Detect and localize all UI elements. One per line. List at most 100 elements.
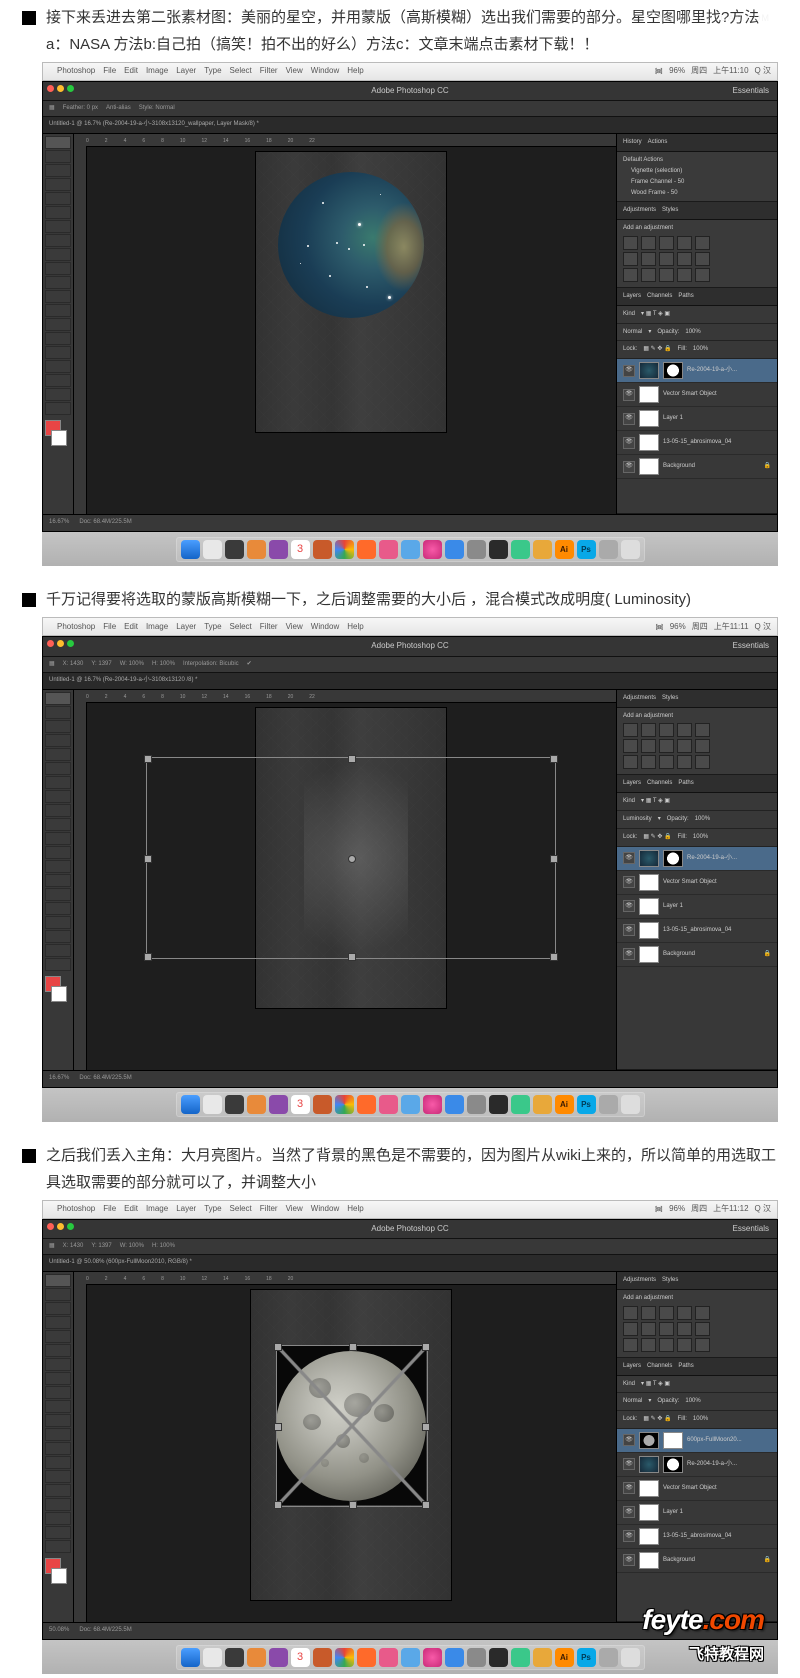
finder-icon[interactable] — [181, 540, 200, 559]
brush-tool[interactable] — [45, 234, 71, 247]
visibility-icon[interactable]: 👁 — [623, 1458, 635, 1470]
visibility-icon[interactable]: 👁 — [623, 413, 635, 425]
settings-icon[interactable] — [467, 540, 486, 559]
adj-curves-icon[interactable] — [659, 236, 674, 250]
adj-mixer-icon[interactable] — [695, 252, 710, 266]
blend-mode[interactable]: Normal — [623, 327, 642, 338]
app-icon[interactable] — [379, 540, 398, 559]
free-transform-bounds[interactable] — [146, 757, 556, 959]
history-tab[interactable]: History — [623, 137, 642, 148]
adj-posterize-icon[interactable] — [641, 268, 656, 282]
stamp-tool[interactable] — [45, 248, 71, 261]
itunes-icon[interactable] — [423, 540, 442, 559]
layer-row[interactable]: 👁13-05-15_abrosimova_04 — [617, 919, 777, 943]
blend-mode[interactable]: Normal — [623, 1396, 642, 1407]
zoom-tool[interactable] — [45, 402, 71, 415]
illustrator-icon[interactable]: Ai — [555, 540, 574, 559]
path-tool[interactable] — [45, 360, 71, 373]
layers-tab[interactable]: Layers — [623, 291, 641, 302]
app-icon[interactable] — [357, 540, 376, 559]
chrome-icon[interactable] — [335, 540, 354, 559]
app-icon[interactable] — [401, 540, 420, 559]
app-icon[interactable] — [489, 540, 508, 559]
layer-row[interactable]: 👁Background🔒 — [617, 455, 777, 479]
visibility-icon[interactable]: 👁 — [623, 461, 635, 473]
adj-photo-filter-icon[interactable] — [677, 252, 692, 266]
visibility-icon[interactable]: 👁 — [623, 1434, 635, 1446]
visibility-icon[interactable]: 👁 — [623, 948, 635, 960]
adj-invert-icon[interactable] — [623, 268, 638, 282]
blur-tool[interactable] — [45, 304, 71, 317]
history-brush-tool[interactable] — [45, 262, 71, 275]
actions-tab[interactable]: Actions — [648, 137, 668, 148]
adjustments-tab[interactable]: Adjustments — [623, 205, 656, 216]
visibility-icon[interactable]: 👁 — [623, 876, 635, 888]
adj-levels-icon[interactable] — [641, 236, 656, 250]
color-swatches[interactable] — [45, 420, 71, 446]
visibility-icon[interactable]: 👁 — [623, 437, 635, 449]
free-transform-bounds[interactable] — [276, 1345, 428, 1507]
app-icon[interactable] — [269, 540, 288, 559]
channels-tab[interactable]: Channels — [647, 291, 672, 302]
layer-row[interactable]: 👁600px-FullMoon20... — [617, 1429, 777, 1453]
trash-icon[interactable] — [621, 540, 640, 559]
blend-mode[interactable]: Luminosity — [623, 814, 652, 825]
layer-row[interactable]: 👁Re-2004-19-a-小... — [617, 847, 777, 871]
adj-selective-icon[interactable] — [695, 268, 710, 282]
photoshop-icon[interactable]: Ps — [577, 540, 596, 559]
visibility-icon[interactable]: 👁 — [623, 389, 635, 401]
layer-row[interactable]: 👁Background🔒 — [617, 1549, 777, 1573]
gradient-tool[interactable] — [45, 290, 71, 303]
styles-tab[interactable]: Styles — [662, 205, 678, 216]
hand-tool[interactable] — [45, 388, 71, 401]
layer-row[interactable]: 👁Layer 1 — [617, 895, 777, 919]
fill-value[interactable]: 100% — [693, 344, 708, 355]
wand-tool[interactable] — [45, 178, 71, 191]
opacity-value[interactable]: 100% — [685, 327, 700, 338]
layer-row[interactable]: 👁Vector Smart Object — [617, 1477, 777, 1501]
adj-vibrance-icon[interactable] — [695, 236, 710, 250]
crop-tool[interactable] — [45, 192, 71, 205]
visibility-icon[interactable]: 👁 — [623, 852, 635, 864]
layer-row[interactable]: 👁Background🔒 — [617, 943, 777, 967]
layer-row[interactable]: 👁Layer 1 — [617, 1501, 777, 1525]
qq-icon[interactable] — [533, 540, 552, 559]
adj-threshold-icon[interactable] — [659, 268, 674, 282]
adj-bw-icon[interactable] — [659, 252, 674, 266]
layer-row[interactable]: 👁13-05-15_abrosimova_04 — [617, 431, 777, 455]
app-icon[interactable] — [599, 540, 618, 559]
app-icon[interactable] — [511, 540, 530, 559]
visibility-icon[interactable]: 👁 — [623, 365, 635, 377]
app-icon[interactable] — [313, 540, 332, 559]
layer-row[interactable]: 👁Vector Smart Object — [617, 383, 777, 407]
layer-row[interactable]: 👁Vector Smart Object — [617, 871, 777, 895]
shape-tool[interactable] — [45, 374, 71, 387]
lasso-tool[interactable] — [45, 164, 71, 177]
paths-tab[interactable]: Paths — [678, 291, 693, 302]
visibility-icon[interactable]: 👁 — [623, 900, 635, 912]
calendar-icon[interactable]: 3 — [291, 540, 310, 559]
visibility-icon[interactable]: 👁 — [623, 1506, 635, 1518]
visibility-icon[interactable]: 👁 — [623, 1482, 635, 1494]
action-item[interactable]: Frame Channel - 50 — [623, 177, 771, 188]
dodge-tool[interactable] — [45, 318, 71, 331]
appstore-icon[interactable] — [445, 540, 464, 559]
type-tool[interactable] — [45, 346, 71, 359]
adj-brightness-icon[interactable] — [623, 236, 638, 250]
app-icon[interactable] — [247, 540, 266, 559]
action-item[interactable]: Vignette (selection) — [623, 166, 771, 177]
adj-exposure-icon[interactable] — [677, 236, 692, 250]
action-item[interactable]: Default Actions — [623, 155, 771, 166]
eyedropper-tool[interactable] — [45, 206, 71, 219]
launchpad-icon[interactable] — [203, 540, 222, 559]
visibility-icon[interactable]: 👁 — [623, 924, 635, 936]
heal-tool[interactable] — [45, 220, 71, 233]
eraser-tool[interactable] — [45, 276, 71, 289]
terminal-icon[interactable] — [225, 540, 244, 559]
adj-hue-icon[interactable] — [623, 252, 638, 266]
layer-row[interactable]: 👁13-05-15_abrosimova_04 — [617, 1525, 777, 1549]
move-tool[interactable] — [45, 136, 71, 149]
pen-tool[interactable] — [45, 332, 71, 345]
visibility-icon[interactable]: 👁 — [623, 1530, 635, 1542]
layer-row[interactable]: 👁Re-2004-19-a-小... — [617, 1453, 777, 1477]
